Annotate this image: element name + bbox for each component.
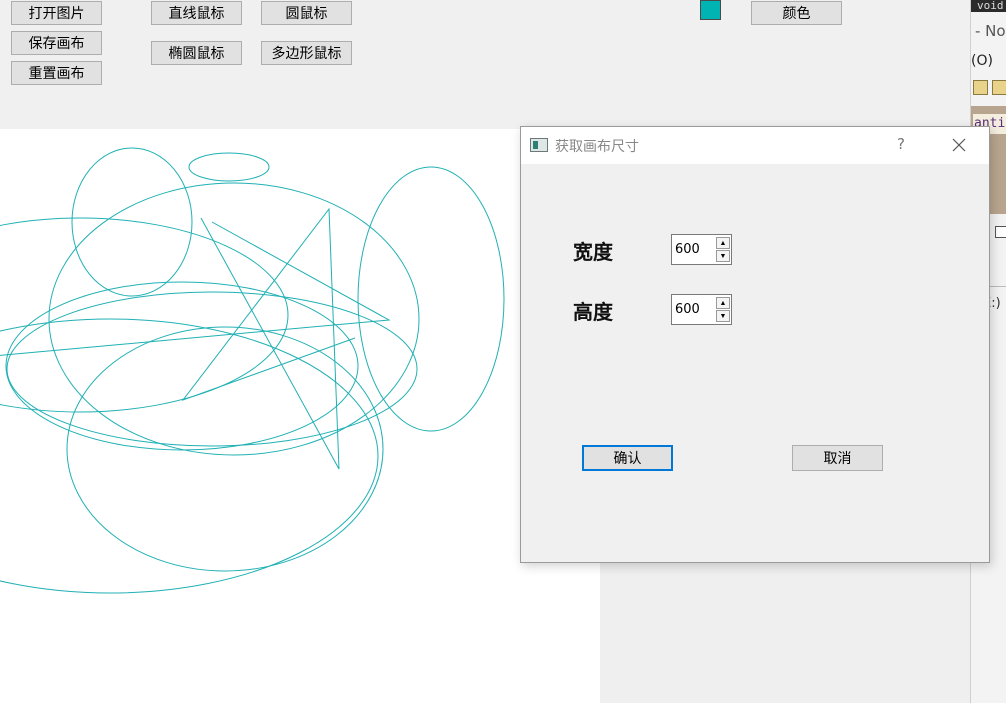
confirm-button[interactable]: 确认 [582,445,673,471]
ellipse-brush-button[interactable]: 椭圆鼠标 [151,41,242,65]
window-title-fragment: - No [975,22,1006,40]
toolbar-icon[interactable] [973,80,988,95]
toolbar-fragment [973,78,1006,98]
code-snippet: void [971,0,1006,12]
width-increment-button[interactable]: ▲ [716,237,730,249]
polygon-brush-button[interactable]: 多边形鼠标 [261,41,352,65]
close-icon[interactable] [948,135,970,155]
drawn-ellipse [357,166,505,432]
height-label: 高度 [573,300,613,324]
drawn-ellipse [71,147,193,297]
window-background-area [600,562,970,703]
drawn-ellipse [6,291,418,447]
drawn-ellipse [5,281,359,451]
current-color-swatch [700,0,721,20]
toolbar-icon[interactable] [992,80,1006,95]
height-spinbox[interactable]: ▲ ▼ [671,294,732,325]
app-icon [530,138,548,152]
save-canvas-button[interactable]: 保存画布 [11,31,102,55]
checkbox[interactable] [995,226,1006,238]
reset-canvas-button[interactable]: 重置画布 [11,61,102,85]
menu-fragment: (O) [971,53,993,69]
drawn-ellipse [66,326,384,572]
dialog-title: 获取画布尺寸 [555,139,639,155]
drawn-ellipse [0,217,289,413]
drawn-ellipse [0,318,379,594]
height-input[interactable] [674,300,714,319]
circle-brush-button[interactable]: 圆鼠标 [261,1,352,25]
width-label: 宽度 [573,240,613,264]
drawn-ellipse [188,152,270,182]
drawn-polygon [181,207,356,470]
help-icon[interactable]: ? [897,135,905,153]
height-decrement-button[interactable]: ▼ [716,310,730,322]
open-image-button[interactable]: 打开图片 [11,1,102,25]
dialog-titlebar[interactable]: 获取画布尺寸 ? [521,127,989,164]
drawing-canvas[interactable] [0,129,600,703]
canvas-size-dialog: 获取画布尺寸 ? 宽度 ▲ ▼ 高度 ▲ ▼ 确认 取消 [520,126,990,563]
width-decrement-button[interactable]: ▼ [716,250,730,262]
line-brush-button[interactable]: 直线鼠标 [151,1,242,25]
canvas-drawing [0,147,505,594]
color-button[interactable]: 颜色 [751,1,842,25]
cancel-button[interactable]: 取消 [792,445,883,471]
width-spinbox[interactable]: ▲ ▼ [671,234,732,265]
height-increment-button[interactable]: ▲ [716,297,730,309]
width-input[interactable] [674,240,714,259]
